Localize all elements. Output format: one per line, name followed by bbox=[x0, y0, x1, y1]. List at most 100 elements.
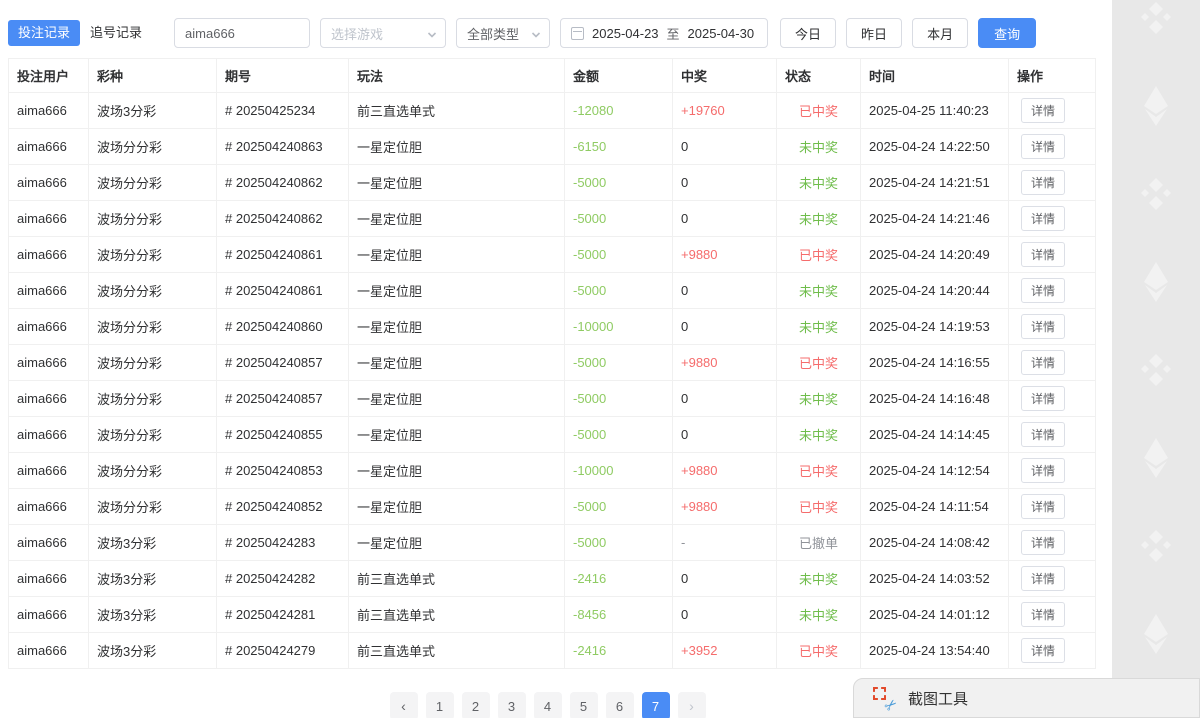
cell-action: 详情 bbox=[1009, 273, 1096, 309]
cell-lottery: 波场分分彩 bbox=[89, 129, 217, 165]
status-badge: 已中奖 bbox=[777, 453, 861, 489]
cell-win: 0 bbox=[673, 165, 777, 201]
detail-button[interactable]: 详情 bbox=[1021, 350, 1065, 375]
cell-user: aima666 bbox=[9, 129, 89, 165]
cell-user: aima666 bbox=[9, 93, 89, 129]
page-number-button[interactable]: 3 bbox=[498, 692, 526, 718]
filter-toolbar: 投注记录 追号记录 选择游戏 全部类型 2025-04-23 至 2025-04… bbox=[8, 18, 1046, 48]
cell-issue: # 202504240863 bbox=[217, 129, 349, 165]
detail-button[interactable]: 详情 bbox=[1021, 278, 1065, 303]
cell-time: 2025-04-24 14:03:52 bbox=[861, 561, 1009, 597]
cell-time: 2025-04-24 14:12:54 bbox=[861, 453, 1009, 489]
detail-button[interactable]: 详情 bbox=[1021, 386, 1065, 411]
quick-range-button[interactable]: 本月 bbox=[912, 18, 968, 48]
cell-action: 详情 bbox=[1009, 525, 1096, 561]
screenshot-tool-widget[interactable]: ✂ 截图工具 bbox=[853, 678, 1200, 718]
cell-user: aima666 bbox=[9, 561, 89, 597]
binance-icon bbox=[1137, 524, 1175, 568]
cell-lottery: 波场3分彩 bbox=[89, 93, 217, 129]
detail-button[interactable]: 详情 bbox=[1021, 638, 1065, 663]
page-number-button[interactable]: 1 bbox=[426, 692, 454, 718]
table-row: aima666 波场3分彩 # 20250424281 前三直选单式 -8456… bbox=[9, 597, 1096, 633]
cell-win: +3952 bbox=[673, 633, 777, 669]
detail-button[interactable]: 详情 bbox=[1021, 134, 1065, 159]
prev-page-button[interactable]: ‹ bbox=[390, 692, 418, 718]
quick-range-button[interactable]: 昨日 bbox=[846, 18, 902, 48]
type-select[interactable]: 全部类型 bbox=[456, 18, 550, 48]
status-badge: 未中奖 bbox=[777, 417, 861, 453]
cell-amount: -6150 bbox=[565, 129, 673, 165]
record-tab[interactable]: 投注记录 bbox=[8, 20, 80, 46]
page-number-button[interactable]: 2 bbox=[462, 692, 490, 718]
cell-user: aima666 bbox=[9, 453, 89, 489]
ethereum-icon bbox=[1137, 612, 1175, 656]
crypto-watermark-icon bbox=[1137, 326, 1175, 414]
cell-play: 一星定位胆 bbox=[349, 129, 565, 165]
cell-user: aima666 bbox=[9, 345, 89, 381]
date-range-picker[interactable]: 2025-04-23 至 2025-04-30 bbox=[560, 18, 768, 48]
table-row: aima666 波场3分彩 # 20250425234 前三直选单式 -1208… bbox=[9, 93, 1096, 129]
table-row: aima666 波场分分彩 # 202504240862 一星定位胆 -5000… bbox=[9, 201, 1096, 237]
cell-play: 一星定位胆 bbox=[349, 489, 565, 525]
type-select-value: 全部类型 bbox=[467, 24, 519, 43]
page-number-button[interactable]: 4 bbox=[534, 692, 562, 718]
status-badge: 未中奖 bbox=[777, 201, 861, 237]
record-tab[interactable]: 追号记录 bbox=[80, 20, 152, 46]
detail-button[interactable]: 详情 bbox=[1021, 206, 1065, 231]
game-select[interactable]: 选择游戏 bbox=[320, 18, 446, 48]
page-number-button[interactable]: 6 bbox=[606, 692, 634, 718]
cell-play: 一星定位胆 bbox=[349, 201, 565, 237]
detail-button[interactable]: 详情 bbox=[1021, 422, 1065, 447]
table-header-row: 投注用户 彩种 期号 玩法 金额 中奖 状态 时间 操作 bbox=[9, 59, 1096, 93]
next-page-button[interactable]: › bbox=[678, 692, 706, 718]
detail-button[interactable]: 详情 bbox=[1021, 314, 1065, 339]
detail-button[interactable]: 详情 bbox=[1021, 530, 1065, 555]
username-input[interactable] bbox=[174, 18, 310, 48]
cell-user: aima666 bbox=[9, 525, 89, 561]
col-header-lottery: 彩种 bbox=[89, 59, 217, 93]
cell-user: aima666 bbox=[9, 237, 89, 273]
cell-amount: -8456 bbox=[565, 597, 673, 633]
cell-action: 详情 bbox=[1009, 129, 1096, 165]
cell-user: aima666 bbox=[9, 201, 89, 237]
detail-button[interactable]: 详情 bbox=[1021, 566, 1065, 591]
cell-play: 前三直选单式 bbox=[349, 633, 565, 669]
cell-amount: -5000 bbox=[565, 237, 673, 273]
cell-win: 0 bbox=[673, 597, 777, 633]
date-end: 2025-04-30 bbox=[688, 26, 755, 41]
quick-range-button[interactable]: 今日 bbox=[780, 18, 836, 48]
bet-records-table: 投注用户 彩种 期号 玩法 金额 中奖 状态 时间 操作 aima666 波场3… bbox=[8, 58, 1096, 669]
col-header-play: 玩法 bbox=[349, 59, 565, 93]
detail-button[interactable]: 详情 bbox=[1021, 494, 1065, 519]
cell-amount: -10000 bbox=[565, 453, 673, 489]
query-button[interactable]: 查询 bbox=[978, 18, 1036, 48]
detail-button[interactable]: 详情 bbox=[1021, 242, 1065, 267]
status-badge: 未中奖 bbox=[777, 273, 861, 309]
status-badge: 未中奖 bbox=[777, 561, 861, 597]
cell-time: 2025-04-24 14:21:51 bbox=[861, 165, 1009, 201]
cell-win: +9880 bbox=[673, 489, 777, 525]
cell-win: 0 bbox=[673, 561, 777, 597]
cell-lottery: 波场分分彩 bbox=[89, 453, 217, 489]
game-select-placeholder: 选择游戏 bbox=[331, 24, 383, 43]
cell-time: 2025-04-24 14:19:53 bbox=[861, 309, 1009, 345]
table-row: aima666 波场分分彩 # 202504240857 一星定位胆 -5000… bbox=[9, 345, 1096, 381]
cell-issue: # 202504240853 bbox=[217, 453, 349, 489]
cell-amount: -5000 bbox=[565, 381, 673, 417]
cell-win: +9880 bbox=[673, 453, 777, 489]
detail-button[interactable]: 详情 bbox=[1021, 458, 1065, 483]
status-badge: 未中奖 bbox=[777, 381, 861, 417]
status-badge: 已中奖 bbox=[777, 489, 861, 525]
page-number-button[interactable]: 5 bbox=[570, 692, 598, 718]
status-badge: 未中奖 bbox=[777, 309, 861, 345]
detail-button[interactable]: 详情 bbox=[1021, 170, 1065, 195]
crypto-watermark-icon bbox=[1137, 62, 1175, 150]
detail-button[interactable]: 详情 bbox=[1021, 98, 1065, 123]
status-badge: 已中奖 bbox=[777, 633, 861, 669]
page-number-button[interactable]: 7 bbox=[642, 692, 670, 718]
table-row: aima666 波场3分彩 # 20250424282 前三直选单式 -2416… bbox=[9, 561, 1096, 597]
detail-button[interactable]: 详情 bbox=[1021, 602, 1065, 627]
screenshot-tool-label: 截图工具 bbox=[908, 688, 968, 709]
crypto-watermark-icon bbox=[1137, 590, 1175, 678]
cell-amount: -5000 bbox=[565, 525, 673, 561]
